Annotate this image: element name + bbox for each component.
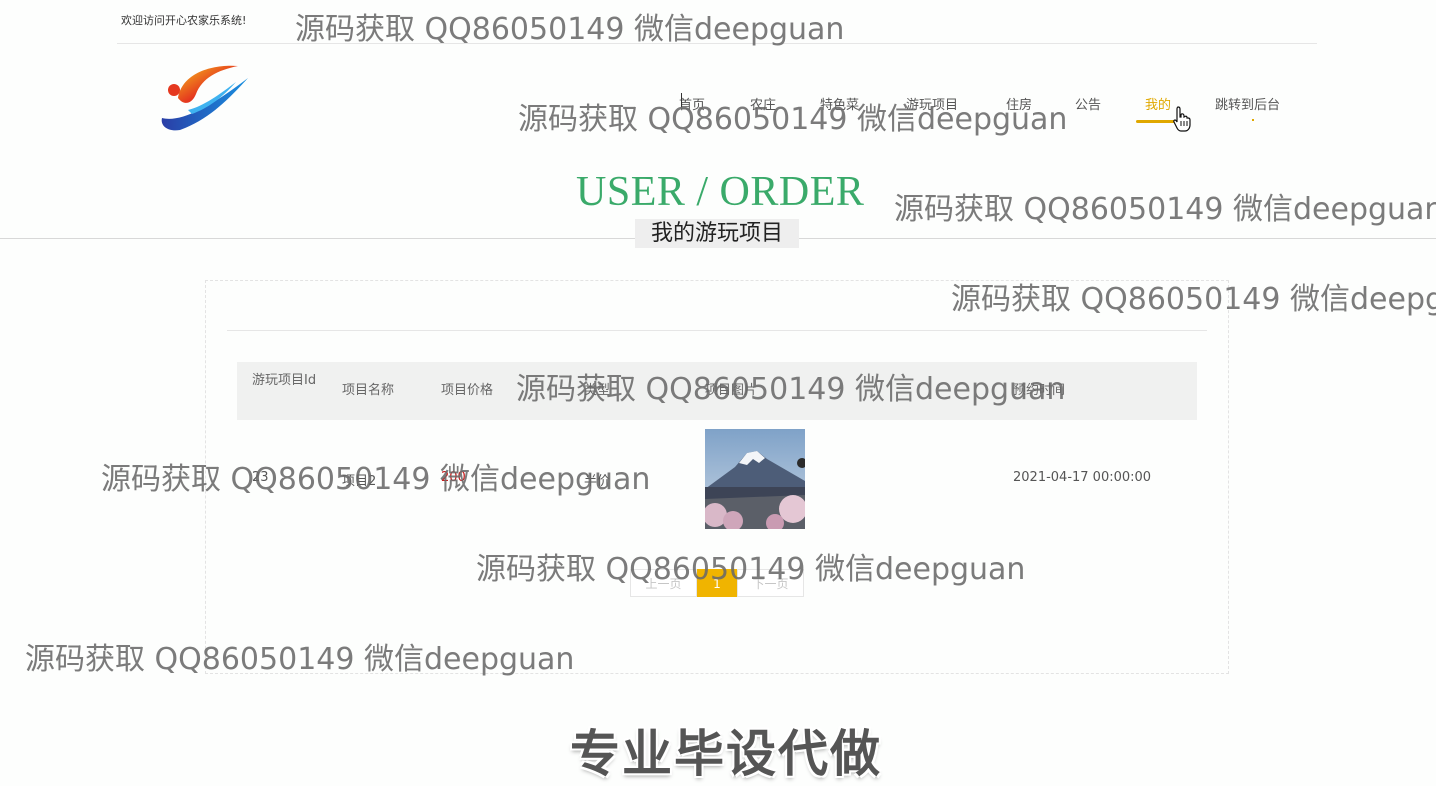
col-time: 预约时间: [1013, 383, 1066, 398]
cell-type: 半价: [584, 474, 611, 489]
table-header: 游玩项目Id 项目名称 项目价格 类型 项目图片 预约时间: [237, 362, 1197, 420]
col-image: 项目图片: [705, 383, 758, 398]
text-caret: [681, 93, 682, 107]
cell-price: 200: [441, 470, 466, 485]
section-title-en: USER / ORDER: [576, 169, 865, 215]
col-id: 游玩项目Id: [252, 373, 317, 388]
panel-divider: [227, 330, 1207, 331]
col-type: 类型: [584, 383, 611, 398]
col-price: 项目价格: [441, 383, 494, 398]
nav-home[interactable]: 首页: [679, 94, 705, 113]
welcome-text: 欢迎访问开心农家乐系统!: [121, 14, 247, 27]
page-1-button[interactable]: 1: [697, 569, 737, 597]
nav-active-underline: [1136, 120, 1176, 123]
nav-indicator-dot: [1252, 119, 1254, 121]
cell-time: 2021-04-17 00:00:00: [1013, 470, 1152, 485]
page-root: 欢迎访问开心农家乐系统! 首页 农庄 特色菜 游玩项目 住房 公告 我的 跳转到…: [0, 0, 1436, 786]
cell-id: 23: [252, 470, 269, 485]
cell-name: 项目2: [342, 474, 377, 489]
watermark-text: 源码获取 QQ86050149 微信deepguan: [518, 102, 1068, 137]
nav-admin[interactable]: 跳转到后台: [1215, 94, 1280, 113]
project-image[interactable]: [705, 429, 805, 529]
site-logo[interactable]: [158, 60, 250, 132]
nav-farm[interactable]: 农庄: [750, 94, 776, 113]
next-page-button[interactable]: 下一页: [737, 569, 804, 597]
hand-cursor-icon: [1173, 106, 1191, 132]
top-bar: 欢迎访问开心农家乐系统!: [117, 0, 1317, 44]
nav-dishes[interactable]: 特色菜: [820, 94, 859, 113]
nav-notice[interactable]: 公告: [1075, 94, 1101, 113]
nav-rooms[interactable]: 住房: [1006, 94, 1032, 113]
col-name: 项目名称: [342, 383, 395, 398]
prev-page-button[interactable]: 上一页: [630, 569, 697, 597]
watermark-text: 源码获取 QQ86050149 微信deepguan: [894, 192, 1436, 227]
section-title-cn: 我的游玩项目: [635, 219, 799, 248]
nav-mine[interactable]: 我的: [1145, 94, 1171, 113]
nav-activities[interactable]: 游玩项目: [906, 94, 958, 113]
promo-banner: 专业毕设代做: [570, 725, 882, 783]
